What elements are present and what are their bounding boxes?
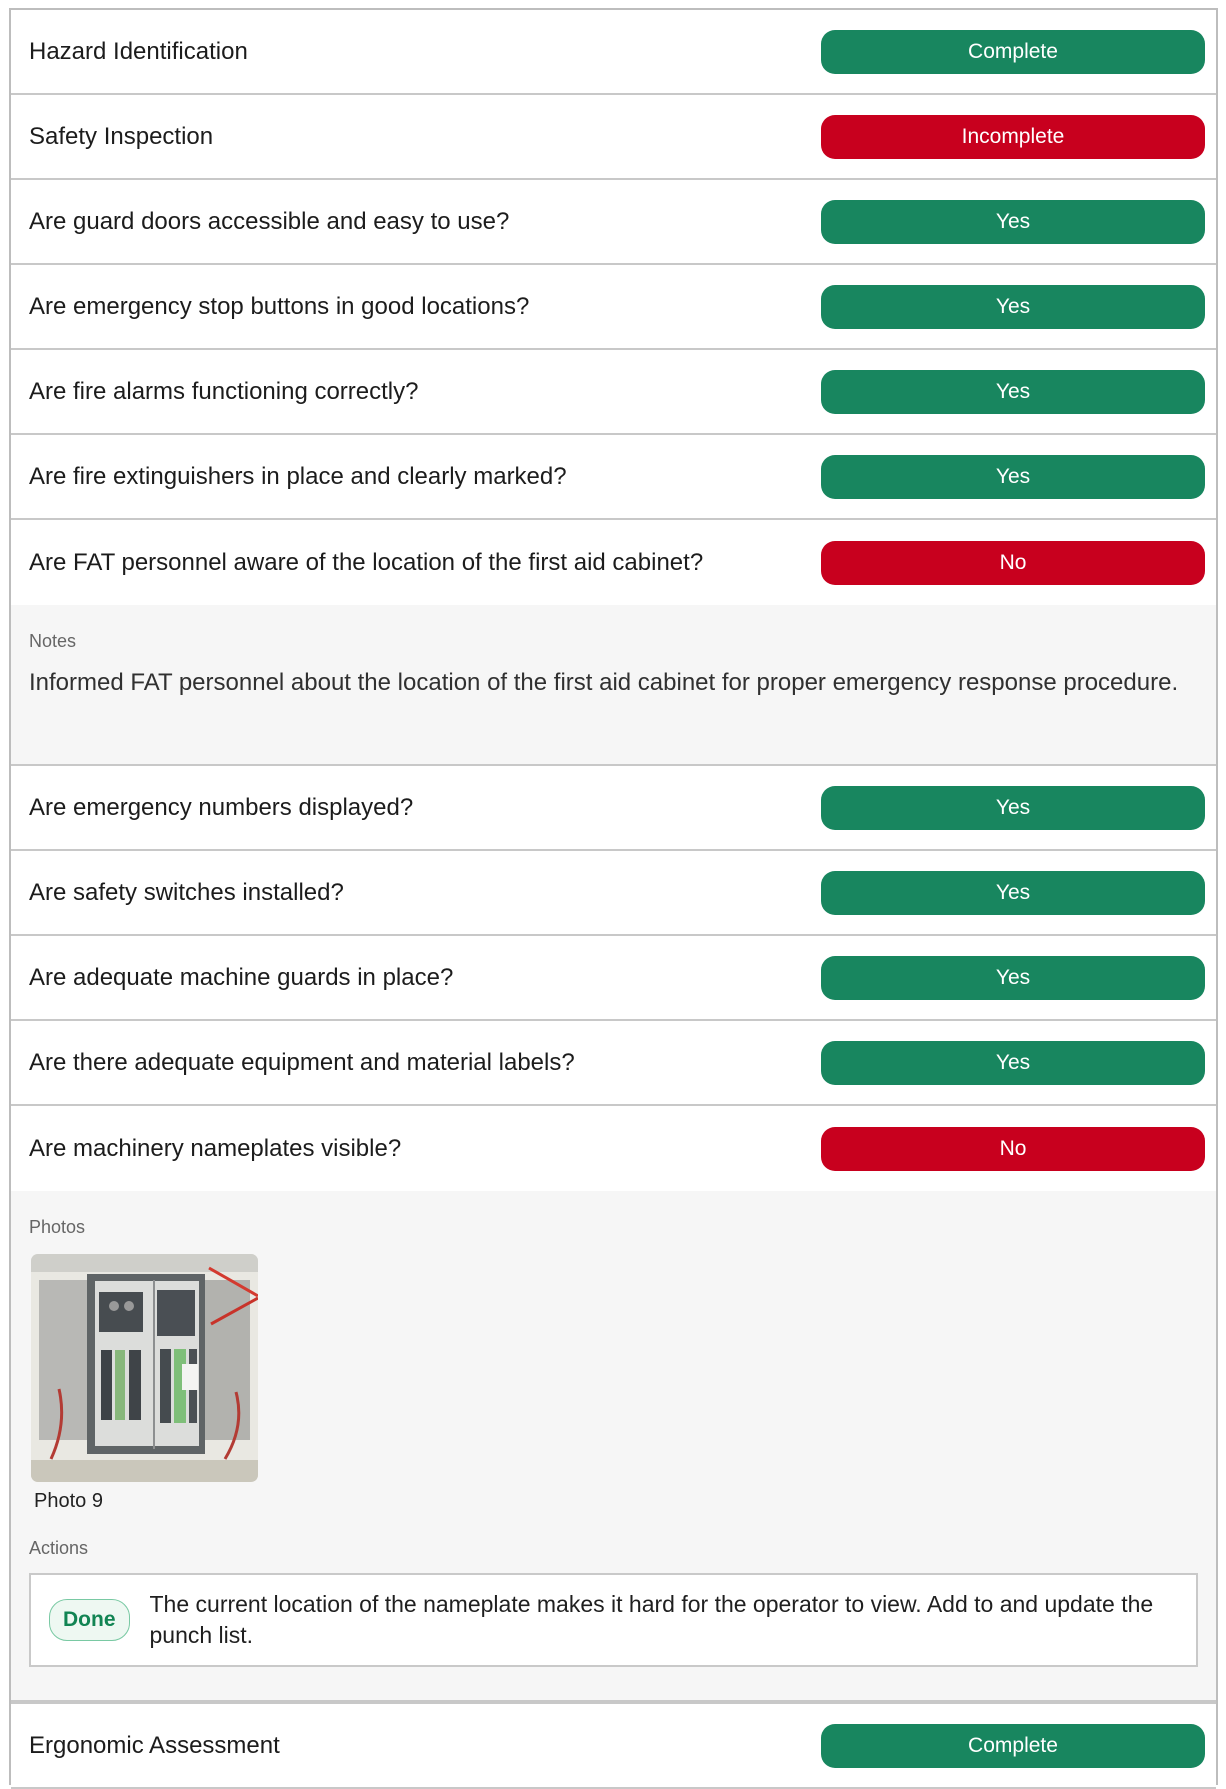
row-label: Hazard Identification	[29, 37, 248, 65]
answer-badge[interactable]: Yes	[821, 454, 1205, 499]
checklist-row[interactable]: Are safety switches installed? Yes	[11, 851, 1216, 936]
status-badge[interactable]: Incomplete	[821, 114, 1205, 159]
row-label: Are FAT personnel aware of the location …	[29, 548, 704, 576]
photos-title: Photos	[29, 1217, 86, 1237]
checklist-row[interactable]: Are there adequate equipment and materia…	[11, 1021, 1216, 1106]
checklist-row[interactable]: Are fire alarms functioning correctly? Y…	[11, 350, 1216, 435]
checklist-row[interactable]: Are FAT personnel aware of the location …	[11, 520, 1216, 605]
checklist-row[interactable]: Hazard Identification Complete	[11, 10, 1216, 95]
answer-badge[interactable]: Yes	[821, 870, 1205, 915]
action-card[interactable]: Done The current location of the namepla…	[29, 1573, 1198, 1667]
photo-caption: Photo 9	[34, 1490, 103, 1512]
answer-badge[interactable]: Yes	[821, 955, 1205, 1000]
answer-badge[interactable]: Yes	[821, 199, 1205, 244]
checklist-row[interactable]: Are guard doors accessible and easy to u…	[11, 180, 1216, 265]
inspection-frame: Hazard Identification Complete Safety In…	[9, 8, 1218, 1789]
answer-badge[interactable]: No	[821, 540, 1205, 585]
photo-image[interactable]	[31, 1254, 258, 1482]
status-badge[interactable]: Complete	[821, 29, 1205, 74]
checklist-row[interactable]: Are emergency stop buttons in good locat…	[11, 265, 1216, 350]
actions-title: Actions	[29, 1538, 89, 1558]
checklist-row[interactable]: Ergonomic Assessment Complete	[11, 1702, 1216, 1789]
action-text: The current location of the nameplate ma…	[149, 1591, 1154, 1648]
row-label: Are safety switches installed?	[29, 878, 344, 906]
checklist-row[interactable]: Are adequate machine guards in place? Ye…	[11, 936, 1216, 1021]
notes-text: Informed FAT personnel about the locatio…	[29, 669, 1179, 696]
answer-badge[interactable]: Yes	[821, 369, 1205, 414]
checklist-row[interactable]: Are machinery nameplates visible? No	[11, 1106, 1216, 1191]
row-label: Are machinery nameplates visible?	[29, 1134, 402, 1162]
photo-thumbnail[interactable]: Photo 9	[31, 1254, 1198, 1513]
answer-badge[interactable]: No	[821, 1126, 1205, 1171]
row-label: Safety Inspection	[29, 122, 214, 150]
row-label: Ergonomic Assessment	[29, 1731, 280, 1759]
row-label: Are there adequate equipment and materia…	[29, 1048, 575, 1076]
control-panel-image	[31, 1254, 258, 1482]
answer-badge[interactable]: Yes	[821, 785, 1205, 830]
details-panel: Photos Photo 9 Actions Done The current …	[11, 1191, 1216, 1702]
status-badge[interactable]: Complete	[821, 1723, 1205, 1768]
row-label: Are emergency numbers displayed?	[29, 793, 414, 821]
answer-badge[interactable]: Yes	[821, 1040, 1205, 1085]
done-status-chip[interactable]: Done	[49, 1599, 130, 1641]
checklist-row[interactable]: Safety Inspection Incomplete	[11, 95, 1216, 180]
notes-title: Notes	[29, 631, 77, 651]
checklist-row[interactable]: Are emergency numbers displayed? Yes	[11, 766, 1216, 851]
notes-panel: Notes Informed FAT personnel about the l…	[11, 605, 1216, 766]
answer-badge[interactable]: Yes	[821, 284, 1205, 329]
row-label: Are guard doors accessible and easy to u…	[29, 207, 510, 235]
row-label: Are fire extinguishers in place and clea…	[29, 462, 567, 490]
row-label: Are fire alarms functioning correctly?	[29, 377, 419, 405]
row-label: Are adequate machine guards in place?	[29, 963, 454, 991]
row-label: Are emergency stop buttons in good locat…	[29, 292, 530, 320]
checklist-row[interactable]: Are fire extinguishers in place and clea…	[11, 435, 1216, 520]
